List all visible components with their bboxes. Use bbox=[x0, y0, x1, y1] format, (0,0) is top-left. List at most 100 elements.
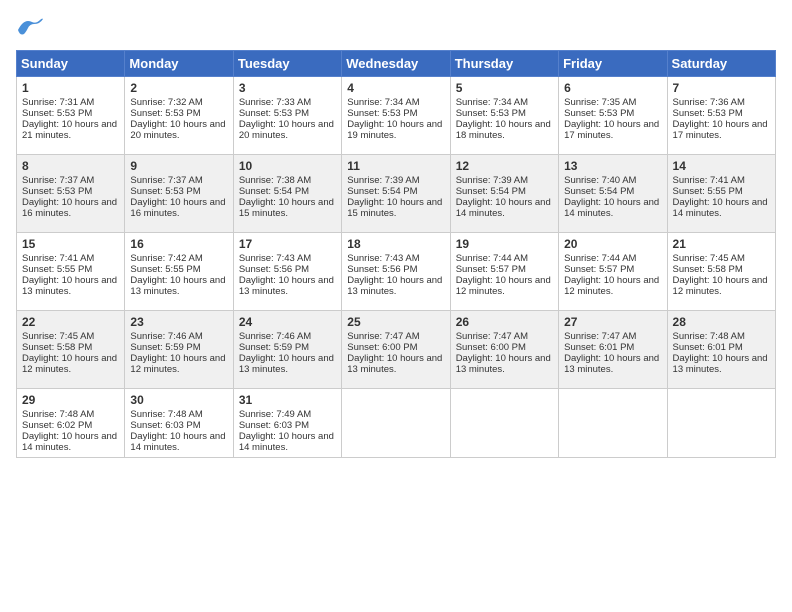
day-number: 8 bbox=[22, 159, 119, 173]
daylight-text: Daylight: 10 hours and 18 minutes. bbox=[456, 119, 551, 141]
day-number: 24 bbox=[239, 315, 336, 329]
table-row: 6Sunrise: 7:35 AMSunset: 5:53 PMDaylight… bbox=[559, 77, 667, 155]
sunrise-text: Sunrise: 7:48 AM bbox=[673, 331, 745, 342]
sunrise-text: Sunrise: 7:33 AM bbox=[239, 97, 311, 108]
daylight-text: Daylight: 10 hours and 20 minutes. bbox=[130, 119, 225, 141]
sunset-text: Sunset: 6:01 PM bbox=[564, 342, 634, 353]
day-number: 3 bbox=[239, 81, 336, 95]
daylight-text: Daylight: 10 hours and 15 minutes. bbox=[347, 197, 442, 219]
daylight-text: Daylight: 10 hours and 17 minutes. bbox=[673, 119, 768, 141]
sunrise-text: Sunrise: 7:41 AM bbox=[22, 253, 94, 264]
daylight-text: Daylight: 10 hours and 13 minutes. bbox=[456, 353, 551, 375]
sunset-text: Sunset: 6:03 PM bbox=[239, 420, 309, 431]
day-number: 7 bbox=[673, 81, 770, 95]
sunset-text: Sunset: 5:53 PM bbox=[22, 186, 92, 197]
daylight-text: Daylight: 10 hours and 12 minutes. bbox=[456, 275, 551, 297]
sunrise-text: Sunrise: 7:34 AM bbox=[347, 97, 419, 108]
table-row: 2 Sunrise: 7:32 AMSunset: 5:53 PMDaylight… bbox=[125, 77, 233, 155]
sunset-text: Sunset: 5:56 PM bbox=[239, 264, 309, 275]
sunset-text: Sunset: 6:02 PM bbox=[22, 420, 92, 431]
sunset-text: Sunset: 5:58 PM bbox=[22, 342, 92, 353]
sunrise-text: Sunrise: 7:45 AM bbox=[22, 331, 94, 342]
day-number: 11 bbox=[347, 159, 444, 173]
table-row: 21Sunrise: 7:45 AMSunset: 5:58 PMDayligh… bbox=[667, 233, 775, 311]
daylight-text: Daylight: 10 hours and 14 minutes. bbox=[564, 197, 659, 219]
table-row: 13Sunrise: 7:40 AMSunset: 5:54 PMDayligh… bbox=[559, 155, 667, 233]
sunrise-text: Sunrise: 7:44 AM bbox=[456, 253, 528, 264]
table-row: 3 Sunrise: 7:33 AMSunset: 5:53 PMDaylight… bbox=[233, 77, 341, 155]
day-number: 2 bbox=[130, 81, 227, 95]
day-number: 14 bbox=[673, 159, 770, 173]
sunrise-text: Sunrise: 7:47 AM bbox=[456, 331, 528, 342]
sunrise-text: Sunrise: 7:48 AM bbox=[22, 409, 94, 420]
daylight-text: Daylight: 10 hours and 15 minutes. bbox=[239, 197, 334, 219]
col-thursday: Thursday bbox=[450, 51, 558, 77]
daylight-text: Daylight: 10 hours and 12 minutes. bbox=[130, 353, 225, 375]
table-row: 10Sunrise: 7:38 AMSunset: 5:54 PMDayligh… bbox=[233, 155, 341, 233]
table-row: 9Sunrise: 7:37 AMSunset: 5:53 PMDaylight… bbox=[125, 155, 233, 233]
daylight-text: Daylight: 10 hours and 13 minutes. bbox=[564, 353, 659, 375]
table-row: 28Sunrise: 7:48 AMSunset: 6:01 PMDayligh… bbox=[667, 311, 775, 389]
day-number: 12 bbox=[456, 159, 553, 173]
daylight-text: Daylight: 10 hours and 16 minutes. bbox=[22, 197, 117, 219]
sunset-text: Sunset: 5:55 PM bbox=[130, 264, 200, 275]
daylight-text: Daylight: 10 hours and 13 minutes. bbox=[239, 275, 334, 297]
sunrise-text: Sunrise: 7:31 AM bbox=[22, 97, 94, 108]
day-number: 31 bbox=[239, 393, 336, 407]
sunset-text: Sunset: 5:57 PM bbox=[564, 264, 634, 275]
daylight-text: Daylight: 10 hours and 14 minutes. bbox=[130, 431, 225, 453]
day-number: 22 bbox=[22, 315, 119, 329]
day-number: 10 bbox=[239, 159, 336, 173]
table-row bbox=[450, 389, 558, 458]
day-number: 30 bbox=[130, 393, 227, 407]
col-sunday: Sunday bbox=[17, 51, 125, 77]
daylight-text: Daylight: 10 hours and 20 minutes. bbox=[239, 119, 334, 141]
sunrise-text: Sunrise: 7:48 AM bbox=[130, 409, 202, 420]
table-row: 17 Sunrise: 7:43 AMSunset: 5:56 PMDayligh… bbox=[233, 233, 341, 311]
sunrise-text: Sunrise: 7:37 AM bbox=[130, 175, 202, 186]
table-row: 31 Sunrise: 7:49 AMSunset: 6:03 PMDayligh… bbox=[233, 389, 341, 458]
day-number: 23 bbox=[130, 315, 227, 329]
daylight-text: Daylight: 10 hours and 14 minutes. bbox=[22, 431, 117, 453]
logo bbox=[16, 16, 48, 38]
day-number: 18 bbox=[347, 237, 444, 251]
sunset-text: Sunset: 5:53 PM bbox=[130, 108, 200, 119]
daylight-text: Daylight: 10 hours and 21 minutes. bbox=[22, 119, 117, 141]
daylight-text: Daylight: 10 hours and 16 minutes. bbox=[130, 197, 225, 219]
col-friday: Friday bbox=[559, 51, 667, 77]
day-number: 21 bbox=[673, 237, 770, 251]
day-number: 6 bbox=[564, 81, 661, 95]
day-number: 25 bbox=[347, 315, 444, 329]
table-row bbox=[667, 389, 775, 458]
daylight-text: Daylight: 10 hours and 14 minutes. bbox=[456, 197, 551, 219]
sunrise-text: Sunrise: 7:49 AM bbox=[239, 409, 311, 420]
day-number: 28 bbox=[673, 315, 770, 329]
table-row: 29 Sunrise: 7:48 AMSunset: 6:02 PMDayligh… bbox=[17, 389, 125, 458]
col-tuesday: Tuesday bbox=[233, 51, 341, 77]
sunset-text: Sunset: 5:53 PM bbox=[130, 186, 200, 197]
sunrise-text: Sunrise: 7:47 AM bbox=[347, 331, 419, 342]
daylight-text: Daylight: 10 hours and 14 minutes. bbox=[239, 431, 334, 453]
table-row: 12Sunrise: 7:39 AMSunset: 5:54 PMDayligh… bbox=[450, 155, 558, 233]
table-row: 26Sunrise: 7:47 AMSunset: 6:00 PMDayligh… bbox=[450, 311, 558, 389]
table-row: 5Sunrise: 7:34 AMSunset: 5:53 PMDaylight… bbox=[450, 77, 558, 155]
table-row: 4Sunrise: 7:34 AMSunset: 5:53 PMDaylight… bbox=[342, 77, 450, 155]
sunrise-text: Sunrise: 7:37 AM bbox=[22, 175, 94, 186]
day-number: 17 bbox=[239, 237, 336, 251]
table-row: 16Sunrise: 7:42 AMSunset: 5:55 PMDayligh… bbox=[125, 233, 233, 311]
daylight-text: Daylight: 10 hours and 12 minutes. bbox=[22, 353, 117, 375]
sunrise-text: Sunrise: 7:38 AM bbox=[239, 175, 311, 186]
sunset-text: Sunset: 5:53 PM bbox=[564, 108, 634, 119]
table-row: 15Sunrise: 7:41 AMSunset: 5:55 PMDayligh… bbox=[17, 233, 125, 311]
sunrise-text: Sunrise: 7:41 AM bbox=[673, 175, 745, 186]
sunset-text: Sunset: 6:03 PM bbox=[130, 420, 200, 431]
sunrise-text: Sunrise: 7:43 AM bbox=[239, 253, 311, 264]
day-number: 29 bbox=[22, 393, 119, 407]
logo-icon bbox=[16, 16, 44, 38]
sunset-text: Sunset: 5:56 PM bbox=[347, 264, 417, 275]
sunrise-text: Sunrise: 7:32 AM bbox=[130, 97, 202, 108]
day-number: 19 bbox=[456, 237, 553, 251]
sunrise-text: Sunrise: 7:35 AM bbox=[564, 97, 636, 108]
day-number: 13 bbox=[564, 159, 661, 173]
sunset-text: Sunset: 5:53 PM bbox=[239, 108, 309, 119]
